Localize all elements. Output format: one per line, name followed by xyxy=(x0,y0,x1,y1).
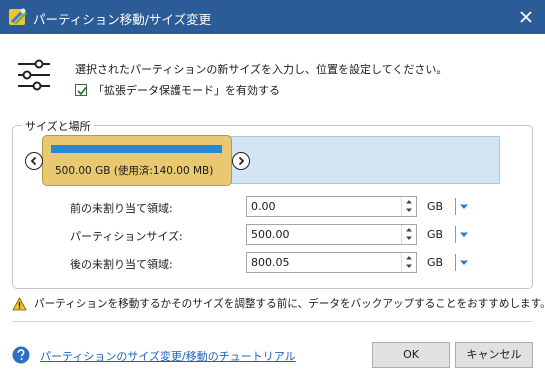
spin-up-icon[interactable] xyxy=(402,225,416,234)
unit-dropdown-icon[interactable] xyxy=(459,259,469,267)
unit-separator xyxy=(455,226,456,243)
backup-warning: パーティションを移動するかそのサイズを調整する前に、データをバックアップすること… xyxy=(12,296,545,311)
partition-size-label: パーティションサイズ: xyxy=(70,230,183,243)
unit-separator xyxy=(455,254,456,271)
spinner-buttons xyxy=(401,253,416,272)
unit-separator xyxy=(455,198,456,215)
protect-mode-checkbox[interactable] xyxy=(75,84,87,96)
checkmark-icon xyxy=(77,87,87,96)
protect-mode-row[interactable]: 「拡張データ保護モード」を有効する xyxy=(75,82,280,98)
title-bar: パーティション移動/サイズ変更 xyxy=(0,0,545,34)
unallocated-after-label: 後の未割り当て領域: xyxy=(70,258,173,271)
unit-dropdown-icon[interactable] xyxy=(459,231,469,239)
unallocated-after-row: 後の未割り当て領域: GB xyxy=(0,252,545,274)
chevron-right-icon xyxy=(238,156,245,166)
unit-label: GB xyxy=(427,228,444,241)
resize-left-handle[interactable] xyxy=(25,152,43,170)
spin-up-icon[interactable] xyxy=(402,253,416,262)
partition-block[interactable]: 500.00 GB (使用済:140.00 MB) xyxy=(42,135,232,186)
unit-label: GB xyxy=(427,200,444,213)
tutorial-link[interactable]: パーティションのサイズ変更/移動のチュートリアル xyxy=(40,348,296,364)
footer-divider xyxy=(12,321,533,322)
unallocated-before-label: 前の未割り当て領域: xyxy=(70,202,173,215)
protect-mode-label: 「拡張データ保護モード」を有効する xyxy=(93,84,280,97)
unallocated-before-row: 前の未割り当て領域: GB xyxy=(0,196,545,218)
ok-button[interactable]: OK xyxy=(372,342,450,368)
unallocated-after-spinner[interactable] xyxy=(246,252,417,273)
instruction-text: 選択されたパーティションの新サイズを入力し、位置を設定してください。 xyxy=(75,63,448,76)
group-legend: サイズと場所 xyxy=(22,118,94,134)
unit-dropdown-icon[interactable] xyxy=(459,203,469,211)
partition-size-input[interactable] xyxy=(247,225,401,244)
cancel-button[interactable]: キャンセル xyxy=(455,342,533,368)
spin-down-icon[interactable] xyxy=(402,262,416,271)
spin-up-icon[interactable] xyxy=(402,197,416,206)
warning-icon xyxy=(12,296,27,310)
partition-used-bar xyxy=(51,145,222,153)
sliders-icon xyxy=(18,59,50,91)
partition-label: 500.00 GB (使用済:140.00 MB) xyxy=(55,165,214,177)
close-icon[interactable] xyxy=(515,6,537,28)
window-title: パーティション移動/サイズ変更 xyxy=(33,12,212,27)
spinner-buttons xyxy=(401,197,416,216)
spin-down-icon[interactable] xyxy=(402,206,416,215)
partition-size-row: パーティションサイズ: GB xyxy=(0,224,545,246)
warning-text: パーティションを移動するかそのサイズを調整する前に、データをバックアップすること… xyxy=(34,298,545,310)
dialog-content: 選択されたパーティションの新サイズを入力し、位置を設定してください。 「拡張デー… xyxy=(0,34,545,379)
unallocated-before-input[interactable] xyxy=(247,197,401,216)
unallocated-before-spinner[interactable] xyxy=(246,196,417,217)
spinner-buttons xyxy=(401,225,416,244)
help-icon[interactable] xyxy=(12,346,30,364)
chevron-left-icon xyxy=(30,156,37,166)
unit-label: GB xyxy=(427,256,444,269)
partition-wizard-icon xyxy=(9,8,27,25)
resize-right-handle[interactable] xyxy=(232,152,250,170)
spin-down-icon[interactable] xyxy=(402,234,416,243)
unallocated-after-input[interactable] xyxy=(247,253,401,272)
partition-size-spinner[interactable] xyxy=(246,224,417,245)
